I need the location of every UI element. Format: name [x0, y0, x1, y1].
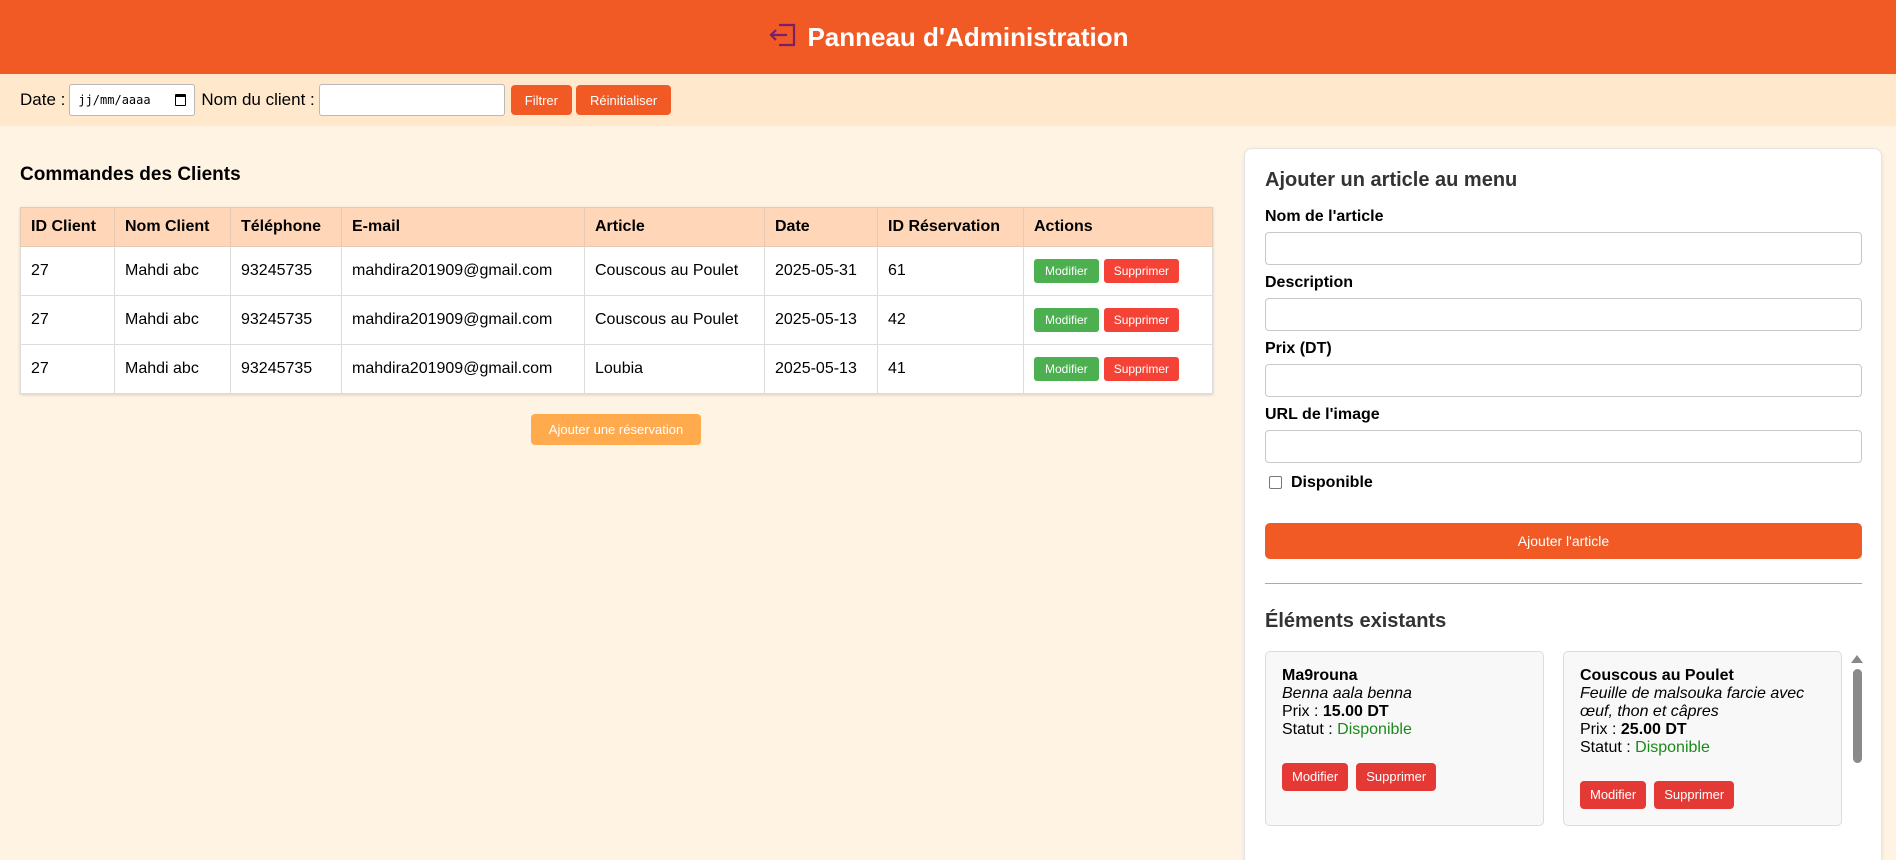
cell-client-id: 27: [20, 295, 115, 345]
cell-date: 2025-05-13: [764, 295, 878, 345]
items-scrollbar[interactable]: [1851, 655, 1863, 860]
price-label: Prix (DT): [1265, 340, 1332, 357]
filter-bar: Date : jj/mm/aaaa Nom du client : Filtre…: [0, 74, 1896, 126]
cell-client-name: Mahdi abc: [114, 246, 231, 296]
date-label: Date :: [20, 90, 66, 109]
available-label: Disponible: [1291, 474, 1373, 491]
price-prefix: Prix :: [1282, 703, 1323, 720]
column-header: ID Client: [20, 207, 115, 247]
date-input[interactable]: jj/mm/aaaa: [69, 84, 196, 116]
orders-title: Commandes des Clients: [20, 164, 241, 185]
menu-item-price-line: Prix : 25.00 DT: [1580, 721, 1825, 739]
edit-order-button[interactable]: Modifier: [1034, 357, 1099, 381]
column-header: Nom Client: [114, 207, 231, 247]
menu-item-name: Couscous au Poulet: [1580, 667, 1734, 684]
item-name-input[interactable]: [1265, 232, 1862, 265]
menu-item-status-line: Statut : Disponible: [1282, 721, 1527, 739]
edit-order-button[interactable]: Modifier: [1034, 259, 1099, 283]
menu-item-description: Benna aala benna: [1282, 685, 1412, 702]
menu-item-status: Disponible: [1337, 721, 1412, 738]
column-header: Article: [584, 207, 765, 247]
client-name-input[interactable]: [318, 84, 505, 116]
cell-article: Couscous au Poulet: [584, 295, 765, 345]
description-input[interactable]: [1265, 298, 1862, 331]
price-input[interactable]: [1265, 364, 1862, 397]
status-prefix: Statut :: [1282, 721, 1338, 738]
item-name-label: Nom de l'article: [1265, 208, 1384, 225]
menu-item-actions: Modifier Supprimer: [1580, 781, 1742, 809]
table-row: 27 Mahdi abc 93245735 mahdira201909@gmai…: [20, 295, 1213, 345]
delete-order-button[interactable]: Supprimer: [1103, 308, 1180, 332]
table-row: 27 Mahdi abc 93245735 mahdira201909@gmai…: [20, 246, 1213, 296]
table-header-row: ID Client Nom Client Téléphone E-mail Ar…: [20, 207, 1213, 247]
cell-reservation-id: 41: [877, 344, 1024, 394]
cell-actions: Modifier Supprimer: [1023, 246, 1213, 296]
add-reservation-button[interactable]: Ajouter une réservation: [531, 414, 701, 445]
menu-item-status: Disponible: [1635, 739, 1710, 756]
cell-actions: Modifier Supprimer: [1023, 344, 1213, 394]
cell-reservation-id: 61: [877, 246, 1024, 296]
orders-table: ID Client Nom Client Téléphone E-mail Ar…: [20, 207, 1213, 394]
column-header: ID Réservation: [877, 207, 1024, 247]
cell-client-id: 27: [20, 246, 115, 296]
menu-item-price-line: Prix : 15.00 DT: [1282, 703, 1527, 721]
calendar-icon[interactable]: [175, 94, 187, 106]
edit-item-button[interactable]: Modifier: [1580, 781, 1647, 809]
cell-phone: 93245735: [230, 344, 342, 394]
cell-client-id: 27: [20, 344, 115, 394]
cell-email: mahdira201909@gmail.com: [341, 246, 585, 296]
cell-actions: Modifier Supprimer: [1023, 295, 1213, 345]
menu-item-price: 15.00 DT: [1322, 703, 1389, 720]
delete-item-button[interactable]: Supprimer: [1356, 763, 1437, 791]
menu-item-price: 25.00 DT: [1620, 721, 1687, 738]
edit-order-button[interactable]: Modifier: [1034, 308, 1099, 332]
image-url-label: URL de l'image: [1265, 406, 1380, 423]
cell-date: 2025-05-31: [764, 246, 878, 296]
filter-button[interactable]: Filtrer: [510, 85, 572, 115]
cell-email: mahdira201909@gmail.com: [341, 344, 585, 394]
cell-phone: 93245735: [230, 246, 342, 296]
menu-item-card: Couscous au Poulet Feuille de malsouka f…: [1563, 651, 1842, 826]
delete-order-button[interactable]: Supprimer: [1103, 357, 1180, 381]
delete-item-button[interactable]: Supprimer: [1654, 781, 1735, 809]
cell-article: Couscous au Poulet: [584, 246, 765, 296]
menu-item-description: Feuille de malsouka farcie avec œuf, tho…: [1580, 685, 1805, 720]
menu-item-card: Ma9rouna Benna aala benna Prix : 15.00 D…: [1265, 651, 1544, 826]
scroll-thumb[interactable]: [1852, 669, 1862, 763]
divider: [1265, 583, 1862, 584]
existing-items-title: Éléments existants: [1265, 610, 1447, 632]
description-label: Description: [1265, 274, 1354, 291]
image-url-input[interactable]: [1265, 430, 1862, 463]
cell-article: Loubia: [584, 344, 765, 394]
price-prefix: Prix :: [1580, 721, 1621, 738]
menu-form-title: Ajouter un article au menu: [1265, 169, 1518, 191]
status-prefix: Statut :: [1580, 739, 1636, 756]
page-header: Panneau d'Administration: [0, 0, 1896, 74]
cell-client-name: Mahdi abc: [114, 344, 231, 394]
scroll-up-arrow-icon[interactable]: [1851, 655, 1863, 663]
cell-client-name: Mahdi abc: [114, 295, 231, 345]
menu-item-actions: Modifier Supprimer: [1282, 763, 1444, 791]
add-item-button[interactable]: Ajouter l'article: [1265, 523, 1862, 559]
reset-button[interactable]: Réinitialiser: [575, 85, 672, 115]
menu-panel: Ajouter un article au menu Nom de l'arti…: [1244, 148, 1882, 860]
column-header: Date: [764, 207, 878, 247]
date-placeholder: jj/mm/aaaa: [78, 93, 151, 107]
table-row: 27 Mahdi abc 93245735 mahdira201909@gmai…: [20, 344, 1213, 394]
available-checkbox[interactable]: [1269, 476, 1282, 489]
menu-item-status-line: Statut : Disponible: [1580, 739, 1825, 757]
column-header: Téléphone: [230, 207, 342, 247]
logout-icon[interactable]: [767, 19, 799, 51]
page-title: Panneau d'Administration: [807, 21, 1129, 52]
column-header: E-mail: [341, 207, 585, 247]
cell-reservation-id: 42: [877, 295, 1024, 345]
menu-item-name: Ma9rouna: [1282, 667, 1358, 684]
column-header: Actions: [1023, 207, 1213, 247]
cell-date: 2025-05-13: [764, 344, 878, 394]
edit-item-button[interactable]: Modifier: [1282, 763, 1349, 791]
cell-email: mahdira201909@gmail.com: [341, 295, 585, 345]
cell-phone: 93245735: [230, 295, 342, 345]
client-label: Nom du client :: [201, 90, 315, 109]
delete-order-button[interactable]: Supprimer: [1103, 259, 1180, 283]
